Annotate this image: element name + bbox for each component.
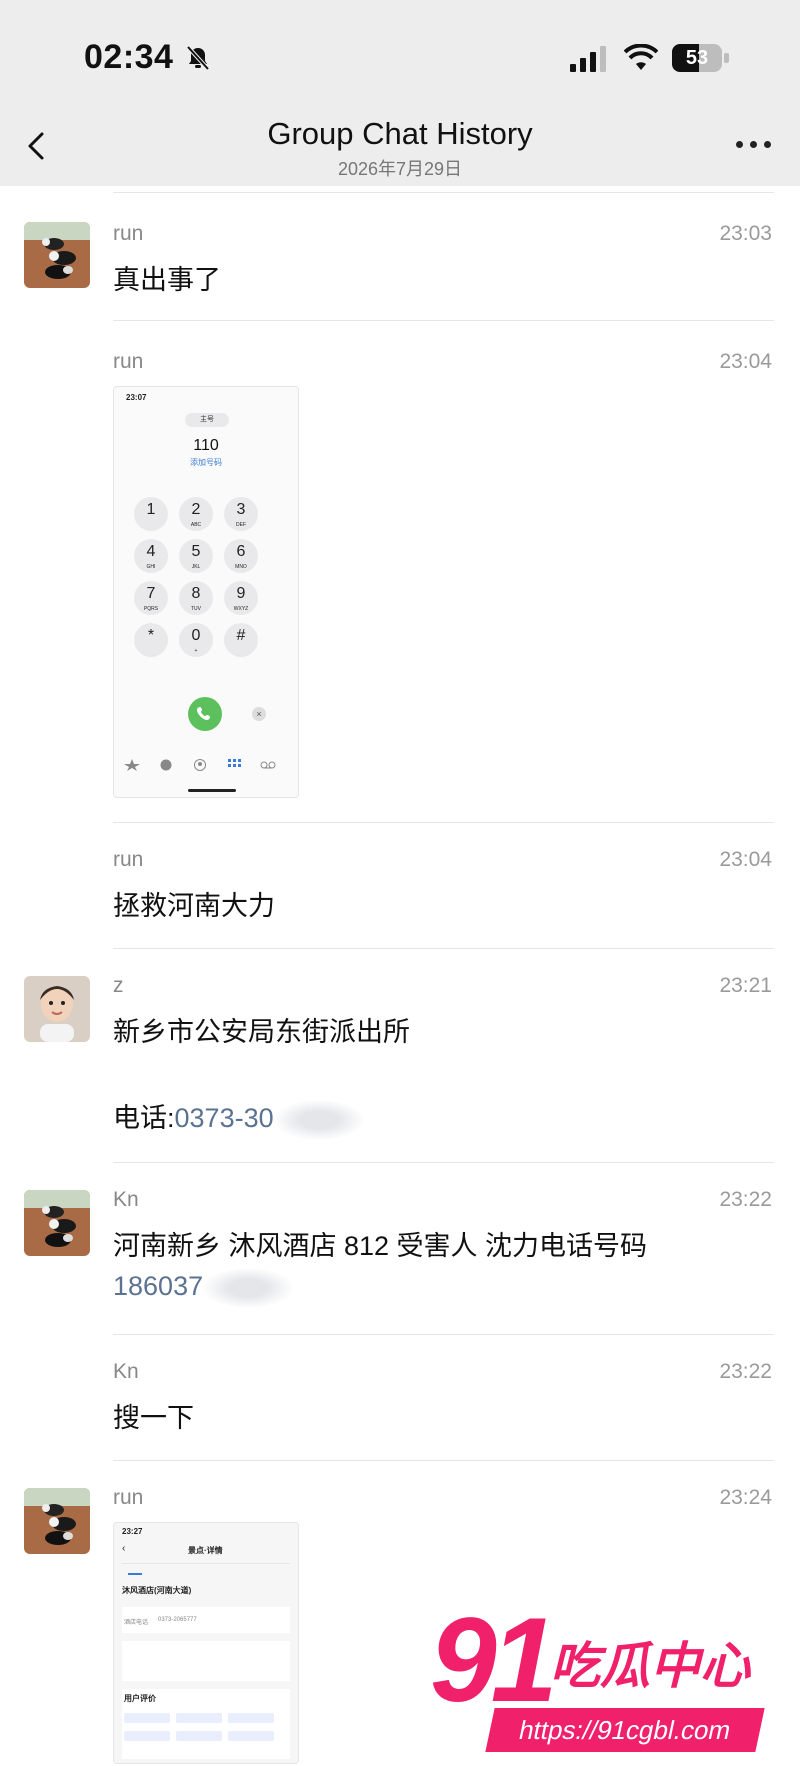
sender-name: run bbox=[113, 848, 144, 871]
sender-name: Kn bbox=[113, 1188, 139, 1211]
cellular-signal-icon bbox=[570, 46, 606, 72]
dial-key-7[interactable]: 7 PQRS bbox=[134, 581, 168, 615]
hotel-phone[interactable]: 0373-2065777 bbox=[158, 1617, 197, 1623]
favorites-star-icon[interactable] bbox=[124, 759, 140, 771]
sender-name: Kn bbox=[113, 1360, 139, 1383]
divider bbox=[113, 192, 774, 193]
watermark-logo: 91 吃瓜中心 https://91cgbl.com bbox=[430, 1600, 780, 1766]
battery-indicator: 53 bbox=[672, 44, 730, 72]
phone-number-link[interactable]: 0373-30 bbox=[175, 1103, 274, 1133]
message-text[interactable]: 搜一下 bbox=[113, 1396, 194, 1435]
dogs-photo-icon bbox=[24, 1190, 90, 1256]
delete-digit-icon[interactable]: × bbox=[252, 707, 266, 721]
message-phone-line[interactable]: 电话:0373-30 bbox=[113, 1096, 364, 1140]
dial-key-star[interactable]: * bbox=[134, 623, 168, 657]
dogs-photo-icon bbox=[24, 1488, 90, 1554]
sender-name: run bbox=[113, 350, 144, 373]
divider bbox=[113, 948, 774, 949]
dialer-sim-pill: 主号 bbox=[185, 413, 229, 427]
dial-key-2[interactable]: 2 ABC bbox=[179, 497, 213, 531]
message-text-line1[interactable]: 新乡市公安局东街派出所 bbox=[113, 1010, 410, 1049]
watermark-url: https://91cgbl.com bbox=[485, 1708, 765, 1752]
dial-key-0[interactable]: 0 + bbox=[179, 623, 213, 657]
keypad-grid-icon[interactable] bbox=[226, 759, 242, 771]
message-text[interactable]: 拯救河南大力 bbox=[113, 884, 275, 923]
child-photo-icon bbox=[24, 976, 90, 1042]
image-hotel-screenshot[interactable]: 23:27 ‹ 景点·详情 沐风酒店(河南大道) 酒店电话 0373-20657… bbox=[113, 1522, 299, 1764]
divider bbox=[113, 1162, 774, 1163]
divider bbox=[113, 1460, 774, 1461]
dial-key-4[interactable]: 4 GHI bbox=[134, 539, 168, 573]
dial-key-3[interactable]: 3 DEF bbox=[224, 497, 258, 531]
hotel-name: 沐风酒店(河南大道) bbox=[122, 1586, 192, 1595]
voicemail-icon[interactable] bbox=[260, 759, 276, 771]
back-chevron-icon[interactable]: ‹ bbox=[122, 1543, 125, 1554]
dialer-number: 110 bbox=[193, 437, 219, 454]
phone-number-link[interactable]: 186037 bbox=[113, 1271, 203, 1301]
divider bbox=[113, 822, 774, 823]
page-title: Group Chat History bbox=[267, 116, 533, 151]
redaction-blur bbox=[273, 1099, 364, 1140]
divider bbox=[113, 320, 774, 321]
call-button[interactable] bbox=[188, 697, 222, 731]
avatar-run[interactable] bbox=[24, 222, 90, 288]
message-time: 23:22 bbox=[719, 1360, 772, 1383]
phone-label: 电话: bbox=[113, 1103, 175, 1133]
dial-key-5[interactable]: 5 JKL bbox=[179, 539, 213, 573]
message-time: 23:21 bbox=[719, 974, 772, 997]
watermark-name: 吃瓜中心 bbox=[550, 1638, 750, 1694]
status-time: 02:34 bbox=[84, 38, 174, 76]
contacts-icon[interactable] bbox=[192, 759, 208, 771]
recents-clock-icon[interactable] bbox=[158, 759, 174, 771]
dial-key-hash[interactable]: # bbox=[224, 623, 258, 657]
message-text[interactable]: 真出事了 bbox=[113, 258, 221, 297]
dialer-status-time: 23:07 bbox=[126, 393, 147, 402]
dialer-add-number: 添加号码 bbox=[190, 458, 222, 467]
message-text-line1[interactable]: 河南新乡 沐风酒店 812 受害人 沈力电话号码 bbox=[113, 1224, 647, 1263]
redaction-blur bbox=[203, 1268, 294, 1308]
phone-icon bbox=[197, 707, 210, 720]
image-dialer-screenshot[interactable]: 23:07 主号 110 添加号码 1 2 ABC 3 DEF 4 GHI 5 JKL 6 MNO 7… bbox=[113, 386, 299, 798]
message-time: 23:22 bbox=[719, 1188, 772, 1211]
avatar-run[interactable] bbox=[24, 1488, 90, 1554]
more-options-icon[interactable] bbox=[734, 138, 774, 152]
page-subtitle-date: 2026年7月29日 bbox=[337, 159, 463, 179]
dogs-photo-icon bbox=[24, 222, 90, 288]
message-time: 23:24 bbox=[719, 1486, 772, 1509]
divider bbox=[113, 1334, 774, 1335]
bell-muted-icon bbox=[186, 45, 210, 71]
status-bar: 02:34 53 bbox=[0, 0, 800, 108]
message-phone-line[interactable]: 186037 bbox=[113, 1268, 294, 1308]
dial-key-8[interactable]: 8 TUV bbox=[179, 581, 213, 615]
sender-name: z bbox=[113, 974, 124, 997]
hotel-phone-label: 酒店电话 bbox=[124, 1620, 149, 1626]
home-indicator bbox=[188, 789, 236, 792]
message-time: 23:03 bbox=[719, 222, 772, 245]
avatar-kn[interactable] bbox=[24, 1190, 90, 1256]
nav-bar: Group Chat History 2026年7月29日 bbox=[0, 108, 800, 186]
hotel-page-title: 景点·详情 bbox=[188, 1546, 223, 1555]
reviews-heading: 用户评价 bbox=[124, 1694, 156, 1703]
hotel-status-time: 23:27 bbox=[122, 1527, 143, 1536]
dial-key-6[interactable]: 6 MNO bbox=[224, 539, 258, 573]
dial-key-9[interactable]: 9 WXYZ bbox=[224, 581, 258, 615]
sender-name: run bbox=[113, 222, 144, 245]
avatar-z[interactable] bbox=[24, 976, 90, 1042]
watermark-brand: 91 bbox=[430, 1593, 558, 1727]
sender-name: run bbox=[113, 1486, 144, 1509]
message-time: 23:04 bbox=[719, 350, 772, 373]
battery-percent: 53 bbox=[685, 47, 709, 69]
wifi-icon bbox=[624, 44, 658, 70]
message-time: 23:04 bbox=[719, 848, 772, 871]
dial-key-1[interactable]: 1 bbox=[134, 497, 168, 531]
